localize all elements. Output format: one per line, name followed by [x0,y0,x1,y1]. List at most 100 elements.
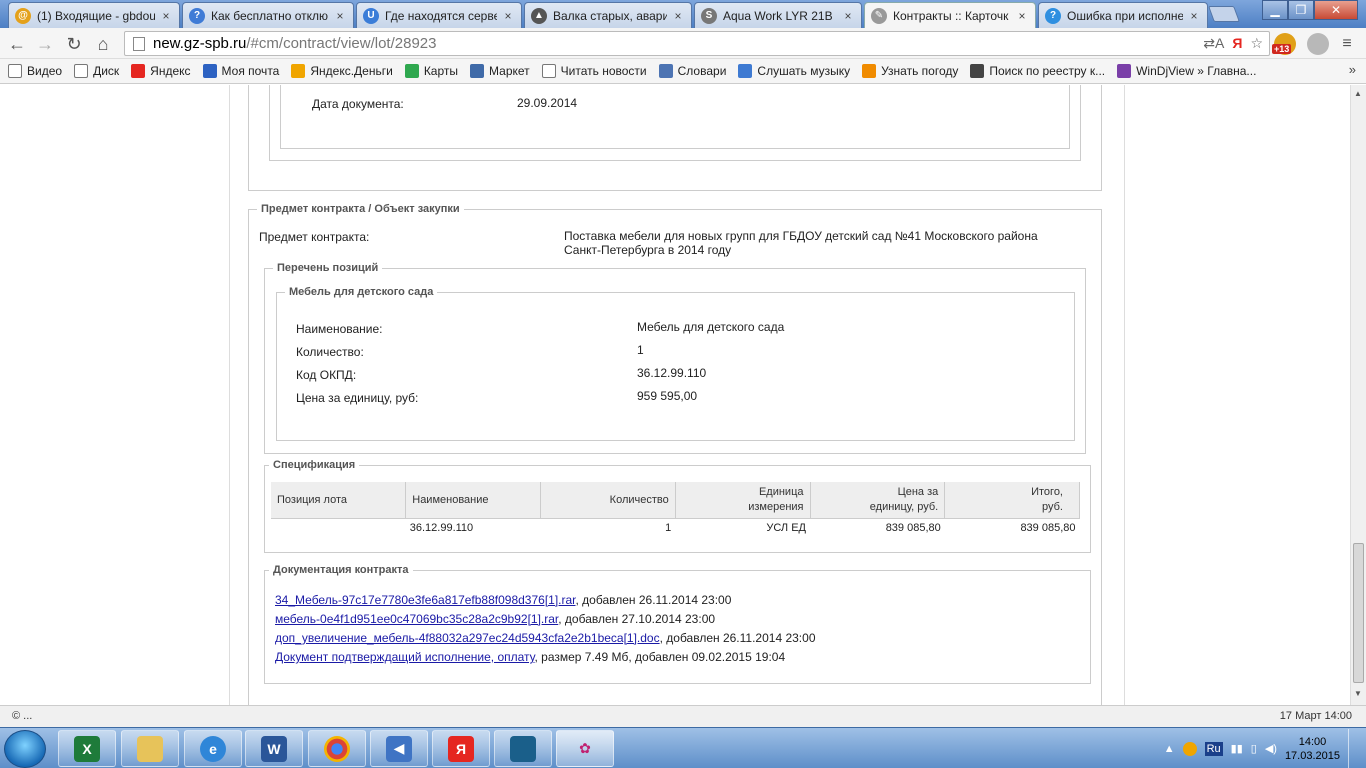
menu-icon[interactable]: ≡ [1336,33,1358,55]
taskbar-chrome[interactable] [308,730,366,767]
power-icon[interactable]: ▯ [1251,742,1257,755]
back-arrow-icon[interactable]: ← [6,33,28,55]
tab-inbox[interactable]: @ (1) Входящие - gbdou × [8,2,180,28]
bookmark-label: Моя почта [221,64,280,78]
money-icon [291,64,306,78]
bookmark-item[interactable]: Моя почта [202,64,280,78]
positions-legend: Перечень позиций [277,262,379,274]
address-bar[interactable]: new.gz-spb.ru /#cm/contract/view/lot/289… [124,31,1270,56]
document-date-value: 29.09.2014 [517,96,578,110]
internet-explorer-icon: e [200,735,226,762]
show-hidden-icons[interactable]: ▲ [1164,743,1175,755]
bookmark-label: Слушать музыку [757,64,851,78]
network-icon[interactable]: ▮▮ [1231,742,1243,755]
yandex-browser-icon: Я [448,735,474,762]
subject-value-line2: Санкт-Петербурга в 2014 году [564,243,732,257]
yandex-icon[interactable]: Я [1232,35,1242,52]
page-icon [8,64,22,78]
bookmark-item[interactable]: Яндекс.Деньги [291,64,393,78]
mail-icon [202,64,217,78]
bookmark-item[interactable]: Видео [8,64,62,78]
bookmark-item[interactable]: Словари [658,64,726,78]
app-icon [510,735,536,762]
scroll-down-icon[interactable]: ▼ [1354,689,1362,698]
taskbar-word[interactable]: W [245,730,303,767]
table-header-row: Позиция лота Наименование Количество Еди… [271,482,1080,518]
tab-contracts[interactable]: ✎ Контракты :: Карточк × [864,2,1036,28]
reload-icon[interactable]: ↻ [63,33,85,55]
scroll-up-icon[interactable]: ▲ [1354,89,1362,98]
language-indicator[interactable]: Ru [1204,741,1223,756]
bookmark-item[interactable]: Маркет [470,64,530,78]
clock-date: 17.03.2015 [1284,749,1340,762]
volume-icon[interactable]: ◀) [1265,742,1277,755]
close-tab-icon[interactable]: × [671,9,685,23]
tab-error[interactable]: ? Ошибка при исполне × [1038,2,1208,28]
cell-quantity: 1 [540,517,676,538]
show-desktop-button[interactable] [1348,729,1358,768]
bookmark-label: Яндекс [150,64,191,78]
page-scrollbar[interactable]: ▲ ▼ [1350,85,1366,705]
tab-felling[interactable]: ▲ Валка старых, аварий × [524,2,692,28]
clock[interactable]: 14:00 17.03.2015 [1285,735,1340,763]
document-link[interactable]: доп_увеличение_мебель-4f88032a297ec24d59… [275,631,660,645]
document-link[interactable]: мебель-0e4f1d951ee0c47069bc35c28a2c9b92[… [275,612,558,626]
document-date-label: Дата документа: [312,97,404,111]
site-favicon-icon: ? [189,7,205,24]
document-list-item: доп_увеличение_мебель-4f88032a297ec24d59… [275,631,816,645]
bookmark-item[interactable]: Поиск по реестру к... [970,64,1105,78]
forward-arrow-icon[interactable]: → [34,33,56,55]
close-tab-icon[interactable]: × [333,9,347,23]
start-button[interactable] [4,730,46,768]
speaker-icon: ◀ [386,735,412,762]
bookmark-item[interactable]: Карты [404,64,458,78]
taskbar-yandex[interactable]: Я [432,730,490,767]
close-tab-icon[interactable]: × [159,9,173,23]
close-tab-icon[interactable]: × [501,9,515,23]
tab-aqua-work[interactable]: S Aqua Work LYR 21B × [694,2,862,28]
item-quantity-value: 1 [637,343,644,357]
bookmark-item[interactable]: Читать новости [541,64,647,78]
tab-title: Валка старых, аварий [553,8,667,23]
close-window-button[interactable]: ✕ [1314,0,1358,20]
taskbar-explorer[interactable] [121,730,179,767]
tab-title: Aqua Work LYR 21B [723,8,833,23]
document-inner-box [280,85,1070,149]
bookmark-item[interactable]: Слушать музыку [738,64,850,78]
bookmark-item[interactable]: Яндекс [131,64,191,78]
bookmark-item[interactable]: Узнать погоду [862,64,958,78]
bookmark-item[interactable]: WinDjView » Главна... [1117,64,1256,78]
taskbar-app[interactable] [494,730,552,767]
close-tab-icon[interactable]: × [1187,9,1201,23]
document-link[interactable]: 34_Мебель-97c17e7780e3fe6a817efb88f098d3… [275,593,576,607]
item-name-label: Наименование: [296,322,383,336]
taskbar-excel[interactable]: X [58,730,116,767]
item-quantity-label: Количество: [296,345,364,359]
tray-app-icon[interactable] [1182,741,1197,756]
taskbar-people-app[interactable]: ✿ [556,730,614,767]
scrollbar-thumb[interactable] [1353,543,1364,683]
table-row: 36.12.99.110 1 УСЛ ЕД 839 085,80 839 085… [271,517,1080,538]
item-okpd-label: Код ОКПД: [296,368,357,382]
bookmark-item[interactable]: Диск [74,64,119,78]
specification-table: Позиция лота Наименование Количество Еди… [271,482,1080,538]
taskbar-ie[interactable]: e [184,730,242,767]
bookmark-star-icon[interactable]: ☆ [1250,35,1263,52]
site-favicon-icon: ? [1045,7,1061,24]
taskbar-media[interactable]: ◀ [370,730,428,767]
page-icon [133,36,145,51]
tab-servers[interactable]: U Где находятся сервер × [356,2,522,28]
bookmarks-overflow-button[interactable]: » [1349,62,1356,77]
close-tab-icon[interactable]: × [841,9,855,23]
close-tab-icon[interactable]: × [1015,9,1029,23]
home-icon[interactable]: ⌂ [92,33,114,55]
subject-section-legend: Предмет контракта / Объект закупки [261,203,460,215]
document-link[interactable]: Документ подтверждащий исполнение, оплат… [275,650,534,664]
tab-free-disconnect[interactable]: ? Как бесплатно отклю × [182,2,354,28]
translate-icon[interactable]: ⇄A [1203,35,1224,52]
maximize-button[interactable]: ❐ [1288,0,1314,20]
tab-title: (1) Входящие - gbdou [37,8,155,23]
extension-icon[interactable] [1307,33,1329,55]
minimize-button[interactable]: ▁ [1262,0,1288,20]
new-tab-button[interactable] [1208,6,1240,22]
